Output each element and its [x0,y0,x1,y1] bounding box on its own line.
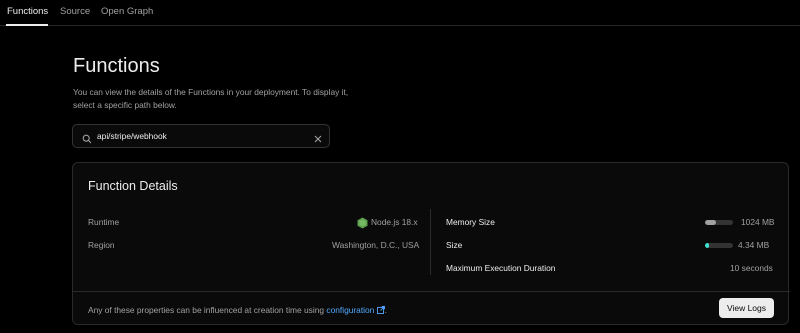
configuration-link-label[interactable]: configuration [326,305,374,315]
runtime-label: Runtime [88,217,120,227]
runtime-value: Node.js 18.x [371,217,418,227]
page-title: Functions [73,55,160,77]
card-footer: Any of these properties can be influence… [73,291,790,326]
footer-period: . [384,305,387,315]
max-duration-value: 10 seconds [730,263,773,273]
size-label: Size [446,240,463,250]
footer-text: Any of these properties can be influence… [88,305,325,315]
memory-size-value: 1024 MB [741,217,775,227]
memory-usage-bar [705,220,733,225]
configuration-link[interactable]: configuration [326,305,385,315]
size-value: 4.34 MB [738,240,770,250]
page-description: You can view the details of the Function… [73,87,349,110]
memory-size-label: Memory Size [446,217,495,227]
memory-usage-fill [705,220,717,225]
column-divider [430,209,431,275]
nodejs-icon [357,216,368,234]
size-usage-fill [705,243,710,248]
path-search-field[interactable]: api/stripe/webhook [72,124,330,148]
footer-note: Any of these properties can be influence… [88,305,387,315]
top-tabs: Functions Source Open Graph [0,0,800,26]
tab-functions[interactable]: Functions [7,6,48,17]
tab-open-graph[interactable]: Open Graph [101,6,153,17]
size-usage-bar [705,243,733,248]
external-link-icon [376,306,385,314]
region-label: Region [88,240,115,250]
active-tab-indicator [6,24,48,26]
tab-source[interactable]: Source [60,6,90,17]
search-icon [82,131,92,149]
close-icon[interactable] [313,131,323,143]
search-input[interactable]: api/stripe/webhook [97,131,167,141]
view-logs-button[interactable]: View Logs [719,298,774,318]
function-details-card: Function Details Runtime Node.js 18.x Re… [72,162,790,326]
region-value: Washington, D.C., USA [332,240,420,250]
max-duration-label: Maximum Execution Duration [446,263,556,273]
card-title: Function Details [88,179,178,193]
